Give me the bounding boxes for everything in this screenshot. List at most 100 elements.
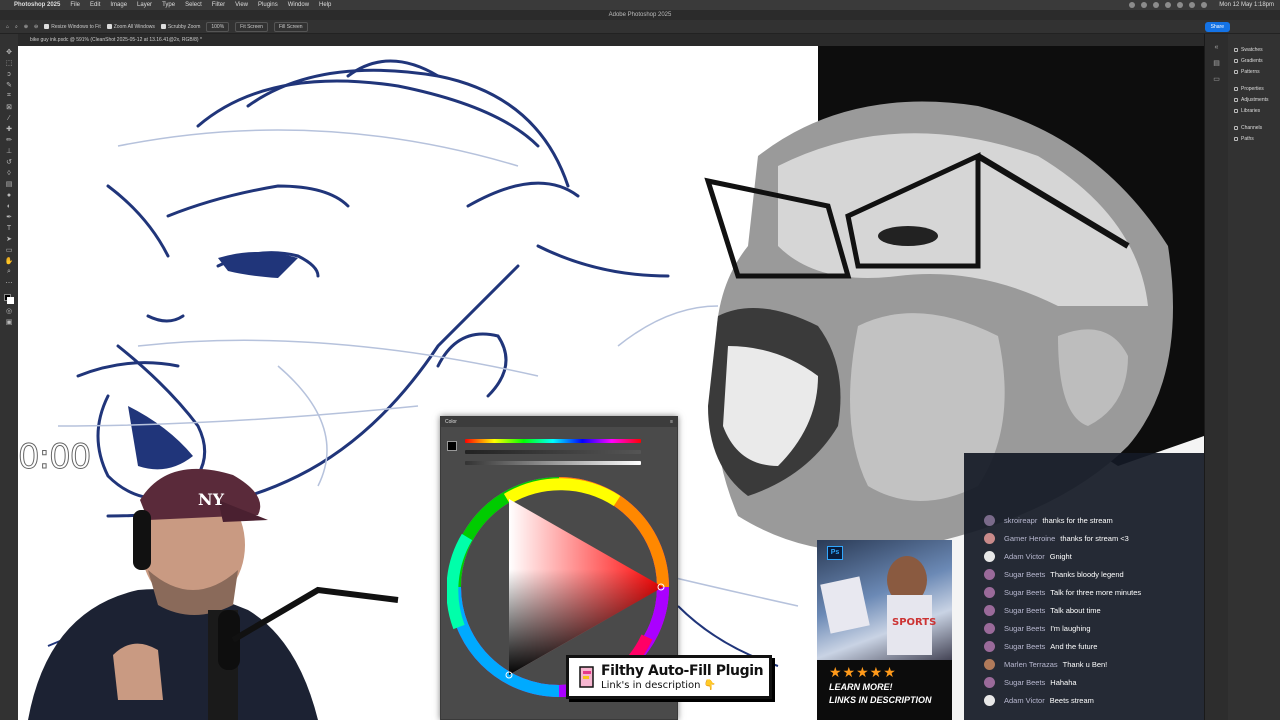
fit-screen-button[interactable]: Fit Screen xyxy=(235,21,268,32)
stamp-tool-icon[interactable]: ⊥ xyxy=(4,147,14,155)
eyedropper-icon[interactable]: ⁄ xyxy=(4,114,14,122)
brightness-slider[interactable] xyxy=(465,461,641,465)
svg-text:NY: NY xyxy=(198,490,225,509)
avatar xyxy=(984,658,995,670)
color-swatches[interactable] xyxy=(4,294,14,304)
zoom-100-button[interactable]: 100% xyxy=(206,21,230,32)
menu-bar: Photoshop 2025 File Edit Image Layer Typ… xyxy=(0,0,1280,10)
type-tool-icon[interactable]: T xyxy=(4,224,14,232)
move-tool-icon[interactable]: ✥ xyxy=(4,48,14,56)
menu-filter[interactable]: Filter xyxy=(212,2,225,8)
path-select-icon[interactable]: ➤ xyxy=(4,235,14,243)
pen-tool-icon[interactable]: ✒ xyxy=(4,213,14,221)
menu-app-name[interactable]: Photoshop 2025 xyxy=(14,2,60,8)
window-title: Adobe Photoshop 2025 xyxy=(0,10,1280,20)
menu-clock[interactable]: Mon 12 May 1:18pm xyxy=(1219,2,1274,8)
quick-select-icon[interactable]: ✎ xyxy=(4,81,14,89)
foreground-color-swatch[interactable] xyxy=(447,441,457,451)
plugin-banner[interactable]: Filthy Auto-Fill Plugin Link's in descri… xyxy=(566,655,772,699)
brush-tool-icon[interactable]: ✏ xyxy=(4,136,14,144)
more-tools-icon[interactable]: ⋯ xyxy=(4,279,14,287)
course-ad[interactable]: SPORTS Ps ★★★★★ LEARN MORE! LINKS IN DES… xyxy=(817,540,952,720)
home-icon[interactable]: ⌂ xyxy=(6,24,9,30)
zoom-all-checkbox[interactable]: Zoom All Windows xyxy=(106,24,155,30)
gradients-icon xyxy=(1234,58,1238,63)
panel-adjustments[interactable]: Adjustments xyxy=(1228,94,1280,105)
panel-paths[interactable]: Paths xyxy=(1228,133,1280,144)
hand-tool-icon[interactable]: ✋ xyxy=(4,257,14,265)
menu-window[interactable]: Window xyxy=(288,2,309,8)
menu-select[interactable]: Select xyxy=(185,2,202,8)
eraser-tool-icon[interactable]: ◊ xyxy=(4,169,14,177)
status-icon[interactable] xyxy=(1153,2,1160,8)
panel-menu-icon[interactable]: ≡ xyxy=(670,417,673,427)
menu-help[interactable]: Help xyxy=(319,2,331,8)
plugin-subtitle: Link's in description 👇 xyxy=(601,680,717,691)
resize-windows-checkbox[interactable]: Resize Windows to Fit xyxy=(44,24,101,30)
scrubby-zoom-checkbox[interactable]: Scrubby Zoom xyxy=(160,24,200,30)
swatches-icon xyxy=(1234,47,1238,52)
menu-view[interactable]: View xyxy=(235,2,248,8)
panel-dock: Swatches Gradients Patterns Properties A… xyxy=(1228,34,1280,720)
fill-screen-button[interactable]: Fill Screen xyxy=(273,21,308,32)
menu-edit[interactable]: Edit xyxy=(90,2,100,8)
menu-type[interactable]: Type xyxy=(162,2,175,8)
chat-text: thanks for stream <3 xyxy=(1060,533,1129,543)
zoom-out-icon[interactable]: ⊖ xyxy=(34,24,38,30)
color-panel-header[interactable]: Color ≡ xyxy=(441,417,677,427)
saturation-slider[interactable] xyxy=(465,450,641,454)
zoom-in-icon[interactable]: ⊕ xyxy=(24,24,28,30)
avatar xyxy=(984,604,995,616)
marquee-tool-icon[interactable]: ⬚ xyxy=(4,59,14,67)
history-brush-icon[interactable]: ↺ xyxy=(4,158,14,166)
rating-stars: ★★★★★ xyxy=(829,664,897,680)
quick-mask-icon[interactable]: ◎ xyxy=(4,307,14,315)
panel-channels[interactable]: Channels xyxy=(1228,122,1280,133)
menu-plugins[interactable]: Plugins xyxy=(258,2,278,8)
expand-panels-icon[interactable]: « xyxy=(1215,44,1219,51)
menu-layer[interactable]: Layer xyxy=(137,2,152,8)
menu-image[interactable]: Image xyxy=(110,2,127,8)
chat-text: Hahaha xyxy=(1050,677,1077,687)
dodge-tool-icon[interactable]: ◐ xyxy=(4,202,14,210)
status-icon[interactable] xyxy=(1129,2,1136,8)
frame-tool-icon[interactable]: ⊠ xyxy=(4,103,14,111)
blur-tool-icon[interactable]: ● xyxy=(4,191,14,199)
chat-text: Thanks bloody legend xyxy=(1050,569,1124,579)
panel-gradients[interactable]: Gradients xyxy=(1228,55,1280,66)
zoom-tool-icon[interactable]: ⌕ xyxy=(4,268,14,276)
healing-brush-icon[interactable]: ✚ xyxy=(4,125,14,133)
libraries-icon xyxy=(1234,108,1238,113)
status-icon[interactable] xyxy=(1165,2,1172,8)
search-icon[interactable] xyxy=(1201,2,1208,8)
hue-slider[interactable] xyxy=(465,439,641,443)
ad-line-1: LEARN MORE! xyxy=(829,682,893,692)
chat-text: Talk about time xyxy=(1050,605,1101,615)
comments-icon[interactable]: ▭ xyxy=(1213,75,1220,83)
document-tab[interactable]: bike guy ink.psdc @ 591% (CleanShot 2025… xyxy=(18,34,1204,46)
chat-username: Sugar Beets xyxy=(1004,641,1046,651)
chat-text: Beets stream xyxy=(1049,695,1094,705)
panel-properties[interactable]: Properties xyxy=(1228,83,1280,94)
panel-swatches[interactable]: Swatches xyxy=(1228,44,1280,55)
status-icon[interactable] xyxy=(1141,2,1148,8)
patterns-icon xyxy=(1234,69,1238,74)
panel-patterns[interactable]: Patterns xyxy=(1228,66,1280,77)
zoom-tool-icon[interactable]: ⌕ xyxy=(15,24,18,30)
chat-text: thanks for the stream xyxy=(1042,515,1113,525)
wifi-icon[interactable] xyxy=(1189,2,1196,8)
gradient-tool-icon[interactable]: ▤ xyxy=(4,180,14,188)
tools-panel: ✥ ⬚ ↄ ✎ ⌗ ⊠ ⁄ ✚ ✏ ⊥ ↺ ◊ ▤ ● ◐ ✒ T ➤ ▭ ✋ … xyxy=(0,34,18,720)
chat-username: Sugar Beets xyxy=(1004,587,1046,597)
menu-file[interactable]: File xyxy=(70,2,80,8)
chat-username: Adam Victor xyxy=(1004,695,1045,705)
share-button[interactable]: Share xyxy=(1204,21,1230,32)
crop-tool-icon[interactable]: ⌗ xyxy=(4,92,14,100)
screen-mode-icon[interactable]: ▣ xyxy=(4,318,14,326)
lasso-tool-icon[interactable]: ↄ xyxy=(4,70,14,78)
properties-icon xyxy=(1234,86,1238,91)
history-icon[interactable]: ▤ xyxy=(1213,59,1220,67)
shape-tool-icon[interactable]: ▭ xyxy=(4,246,14,254)
panel-libraries[interactable]: Libraries xyxy=(1228,105,1280,116)
status-icon[interactable] xyxy=(1177,2,1184,8)
